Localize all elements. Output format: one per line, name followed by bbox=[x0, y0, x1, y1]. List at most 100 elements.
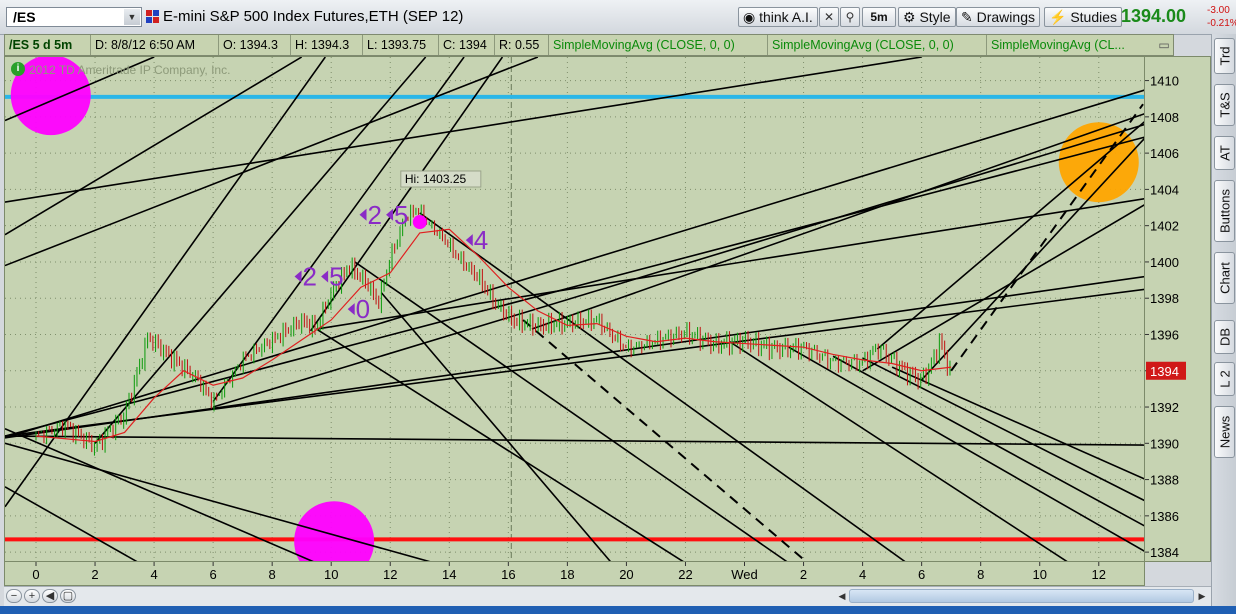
symbol-input[interactable]: /ES ▼ bbox=[6, 7, 142, 27]
link-tool-icon[interactable]: ⚲ bbox=[840, 7, 860, 27]
trendline bbox=[531, 113, 1144, 330]
trendline bbox=[316, 197, 1144, 330]
price-axis-scale: 1384 1386 1388 1390 1392 1394 1396 1398 1400 1402… bbox=[1145, 74, 1186, 560]
chevron-down-icon[interactable]: ▼ bbox=[124, 9, 140, 25]
style-icon: ⚙ bbox=[903, 9, 916, 25]
symbol-flag-icon bbox=[146, 10, 159, 23]
hi-label: Hi: 1403.25 bbox=[405, 172, 467, 186]
price-tick-label: 1388 bbox=[1150, 473, 1179, 488]
time-tick-label: 10 bbox=[1032, 567, 1046, 582]
time-tick-label: 2 bbox=[91, 567, 98, 582]
count-arrow-icon bbox=[359, 208, 367, 221]
bar-datetime: D: 8/8/12 6:50 AM bbox=[91, 35, 219, 55]
right-sidebar: Trd T&S AT Buttons Chart DB L 2 News bbox=[1211, 34, 1236, 610]
think-ai-label: think A.I. bbox=[759, 9, 813, 25]
time-tick-label: 8 bbox=[977, 567, 984, 582]
price-tick-label: 1406 bbox=[1150, 146, 1179, 161]
price-axis[interactable]: 1384 1386 1388 1390 1392 1394 1396 1398 1400 1402… bbox=[1145, 56, 1211, 562]
think-ai-icon: ◉ bbox=[743, 9, 756, 25]
time-tick-label: 12 bbox=[1092, 567, 1106, 582]
tab-active-trader[interactable]: AT bbox=[1214, 136, 1235, 170]
time-tick-label: 6 bbox=[210, 567, 217, 582]
count-label: 2 bbox=[367, 200, 381, 230]
tab-level-2[interactable]: L 2 bbox=[1214, 362, 1235, 396]
scroll-left-icon[interactable]: ◀ bbox=[836, 589, 848, 603]
marker-dot bbox=[412, 215, 427, 230]
time-axis[interactable]: 0 2 4 6 8 10 12 14 16 18 20 22 Wed 2 4 6 8 10 12 bbox=[4, 562, 1145, 586]
bar-close: C: 1394 bbox=[439, 35, 495, 55]
think-ai-button[interactable]: ◉ think A.I. bbox=[738, 7, 818, 27]
copyright-watermark: 2012 TD Ameritrade IP Company, Inc. bbox=[29, 63, 231, 77]
tab-time-and-sales[interactable]: T&S bbox=[1214, 84, 1235, 126]
price-tick-label: 1400 bbox=[1150, 255, 1179, 270]
price-tick-label: 1410 bbox=[1150, 74, 1179, 89]
tab-buttons[interactable]: Buttons bbox=[1214, 180, 1235, 242]
trendline bbox=[380, 292, 612, 561]
price-tick-label: 1392 bbox=[1150, 400, 1179, 415]
tab-chart[interactable]: Chart bbox=[1214, 252, 1235, 304]
tab-db[interactable]: DB bbox=[1214, 320, 1235, 354]
time-tick-label: 20 bbox=[619, 567, 633, 582]
dashed-projection-line bbox=[950, 103, 1144, 372]
count-label: 2 bbox=[303, 261, 317, 291]
style-button[interactable]: ⚙ Style bbox=[898, 7, 956, 27]
trendline bbox=[891, 366, 1144, 480]
bar-high: H: 1394.3 bbox=[291, 35, 363, 55]
zoom-fit-icon[interactable]: ◀ bbox=[42, 589, 58, 603]
chart-plot-area[interactable]: 2 5 0 2 5 4 Hi: 1403.25 i 2012 TD Ameritrade I… bbox=[4, 56, 1145, 562]
percent-change: -0.21% bbox=[1207, 18, 1236, 29]
time-tick-label: 0 bbox=[32, 567, 39, 582]
trendline bbox=[862, 204, 1144, 372]
tab-trade[interactable]: Trd bbox=[1214, 38, 1235, 74]
time-tick-label: 22 bbox=[678, 567, 692, 582]
trendline bbox=[212, 123, 1144, 408]
style-label: Style bbox=[919, 9, 951, 25]
drawings-button[interactable]: ✎ Drawings bbox=[956, 7, 1040, 27]
time-tick-label: 4 bbox=[859, 567, 866, 582]
chart-settings-icon[interactable]: ▭ bbox=[1155, 37, 1173, 53]
count-arrow-icon bbox=[294, 270, 302, 283]
top-toolbar: /ES ▼ E-mini S&P 500 Index Futures,ETH (… bbox=[0, 0, 1236, 35]
study-label[interactable]: SimpleMovingAvg (CLOSE, 0, 0) bbox=[549, 35, 768, 55]
time-tick-label: 12 bbox=[383, 567, 397, 582]
count-label: 5 bbox=[329, 261, 343, 291]
chart-info-bar: /ES 5 d 5m D: 8/8/12 6:50 AM O: 1394.3 H… bbox=[4, 34, 1174, 56]
interval-button[interactable]: 5m bbox=[862, 7, 896, 27]
symbol-period[interactable]: /ES 5 d 5m bbox=[5, 35, 91, 55]
zoom-out-icon[interactable]: − bbox=[6, 589, 22, 603]
count-arrow-icon bbox=[321, 270, 329, 283]
trendline bbox=[862, 357, 1144, 502]
zoom-in-icon[interactable]: + bbox=[24, 589, 40, 603]
trendline bbox=[419, 212, 906, 561]
time-tick-label: 4 bbox=[150, 567, 157, 582]
symbol-value: /ES bbox=[13, 9, 36, 25]
time-tick-label: 10 bbox=[324, 567, 338, 582]
last-price-label: 1394 bbox=[1150, 364, 1179, 379]
info-icon[interactable]: i bbox=[11, 62, 25, 76]
studies-icon: ⚡ bbox=[1049, 9, 1067, 25]
study-label[interactable]: SimpleMovingAvg (CL... bbox=[987, 35, 1151, 55]
studies-button[interactable]: ⚡ Studies bbox=[1044, 7, 1123, 27]
crosshair-tool-icon[interactable]: ✕ bbox=[819, 7, 839, 27]
bar-open: O: 1394.3 bbox=[219, 35, 291, 55]
price-tick-label: 1386 bbox=[1150, 509, 1179, 524]
sma-line bbox=[35, 228, 952, 443]
time-axis-scale: 0 2 4 6 8 10 12 14 16 18 20 22 Wed 2 4 6 8 10 12 bbox=[32, 562, 1106, 582]
studies-label: Studies bbox=[1070, 9, 1118, 25]
trendline bbox=[5, 486, 138, 561]
zoom-reset-icon[interactable]: ▢ bbox=[60, 589, 76, 603]
time-tick-label: Wed bbox=[731, 567, 758, 582]
time-tick-label: 8 bbox=[269, 567, 276, 582]
time-tick-label: 18 bbox=[560, 567, 574, 582]
count-label: 5 bbox=[394, 200, 408, 230]
study-label[interactable]: SimpleMovingAvg (CLOSE, 0, 0) bbox=[768, 35, 987, 55]
trendline bbox=[5, 89, 1144, 439]
tab-news[interactable]: News bbox=[1214, 406, 1235, 458]
pencil-icon: ✎ bbox=[961, 9, 973, 25]
trendline bbox=[788, 346, 1144, 552]
time-tick-label: 14 bbox=[442, 567, 456, 582]
price-tick-label: 1396 bbox=[1150, 327, 1179, 342]
scrollbar-thumb[interactable] bbox=[849, 589, 1194, 603]
count-arrow-icon bbox=[347, 303, 355, 316]
scroll-right-icon[interactable]: ▶ bbox=[1196, 589, 1208, 603]
